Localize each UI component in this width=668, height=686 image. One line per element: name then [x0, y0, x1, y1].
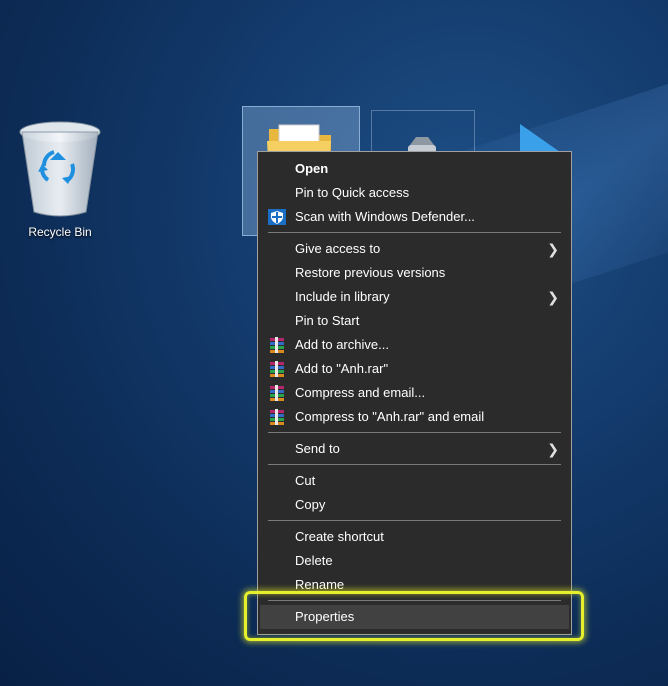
- menu-item-compress-rar-email[interactable]: Compress to "Anh.rar" and email: [258, 405, 571, 429]
- chevron-right-icon: ❯: [547, 441, 559, 457]
- menu-item-delete-label: Delete: [295, 553, 333, 568]
- menu-item-add-archive-label: Add to archive...: [295, 337, 389, 352]
- menu-item-send-to[interactable]: Send to ❯: [258, 437, 571, 461]
- menu-item-add-archive[interactable]: Add to archive...: [258, 333, 571, 357]
- menu-separator: [268, 520, 561, 521]
- menu-item-pin-quick-access[interactable]: Pin to Quick access: [258, 181, 571, 205]
- menu-item-cut-label: Cut: [295, 473, 316, 488]
- menu-item-send-to-label: Send to: [295, 441, 340, 456]
- menu-item-scan-defender-label: Scan with Windows Defender...: [295, 209, 475, 224]
- menu-item-open-label: Open: [295, 161, 329, 176]
- menu-item-give-access-label: Give access to: [295, 241, 381, 256]
- menu-item-pin-start[interactable]: Pin to Start: [258, 309, 571, 333]
- chevron-right-icon: ❯: [547, 289, 559, 305]
- menu-item-give-access[interactable]: Give access to ❯: [258, 237, 571, 261]
- menu-item-pin-quick-access-label: Pin to Quick access: [295, 185, 410, 200]
- menu-item-compress-email-label: Compress and email...: [295, 385, 426, 400]
- shield-icon: [268, 209, 286, 225]
- menu-item-create-shortcut-label: Create shortcut: [295, 529, 384, 544]
- menu-item-include-library[interactable]: Include in library ❯: [258, 285, 571, 309]
- context-menu: Open Pin to Quick access Scan with Windo…: [257, 151, 572, 635]
- menu-item-add-rar-label: Add to "Anh.rar": [295, 361, 389, 376]
- menu-item-open[interactable]: Open: [258, 157, 571, 181]
- menu-item-add-rar[interactable]: Add to "Anh.rar": [258, 357, 571, 381]
- menu-item-cut[interactable]: Cut: [258, 469, 571, 493]
- menu-item-create-shortcut[interactable]: Create shortcut: [258, 525, 571, 549]
- menu-item-copy[interactable]: Copy: [258, 493, 571, 517]
- winrar-icon: [270, 361, 284, 377]
- media-play-icon: [520, 124, 560, 152]
- menu-separator: [268, 464, 561, 465]
- recycle-bin-shortcut[interactable]: Recycle Bin: [14, 114, 106, 239]
- menu-item-copy-label: Copy: [295, 497, 326, 512]
- menu-item-compress-rar-email-label: Compress to "Anh.rar" and email: [295, 409, 485, 424]
- desktop-item[interactable]: [371, 110, 475, 171]
- menu-item-compress-email[interactable]: Compress and email...: [258, 381, 571, 405]
- menu-item-rename-label: Rename: [295, 577, 345, 592]
- menu-item-restore-versions[interactable]: Restore previous versions: [258, 261, 571, 285]
- menu-separator: [268, 232, 561, 233]
- menu-item-restore-versions-label: Restore previous versions: [295, 265, 446, 280]
- recycle-bin-label: Recycle Bin: [28, 225, 92, 239]
- menu-item-pin-start-label: Pin to Start: [295, 313, 360, 328]
- menu-item-include-library-label: Include in library: [295, 289, 390, 304]
- highlight-annotation: [244, 591, 584, 641]
- winrar-icon: [270, 337, 284, 353]
- chevron-right-icon: ❯: [547, 241, 559, 257]
- winrar-icon: [270, 409, 284, 425]
- menu-item-delete[interactable]: Delete: [258, 549, 571, 573]
- menu-separator: [268, 432, 561, 433]
- recycle-bin-icon: [19, 121, 101, 217]
- winrar-icon: [270, 385, 284, 401]
- menu-item-scan-defender[interactable]: Scan with Windows Defender...: [258, 205, 571, 229]
